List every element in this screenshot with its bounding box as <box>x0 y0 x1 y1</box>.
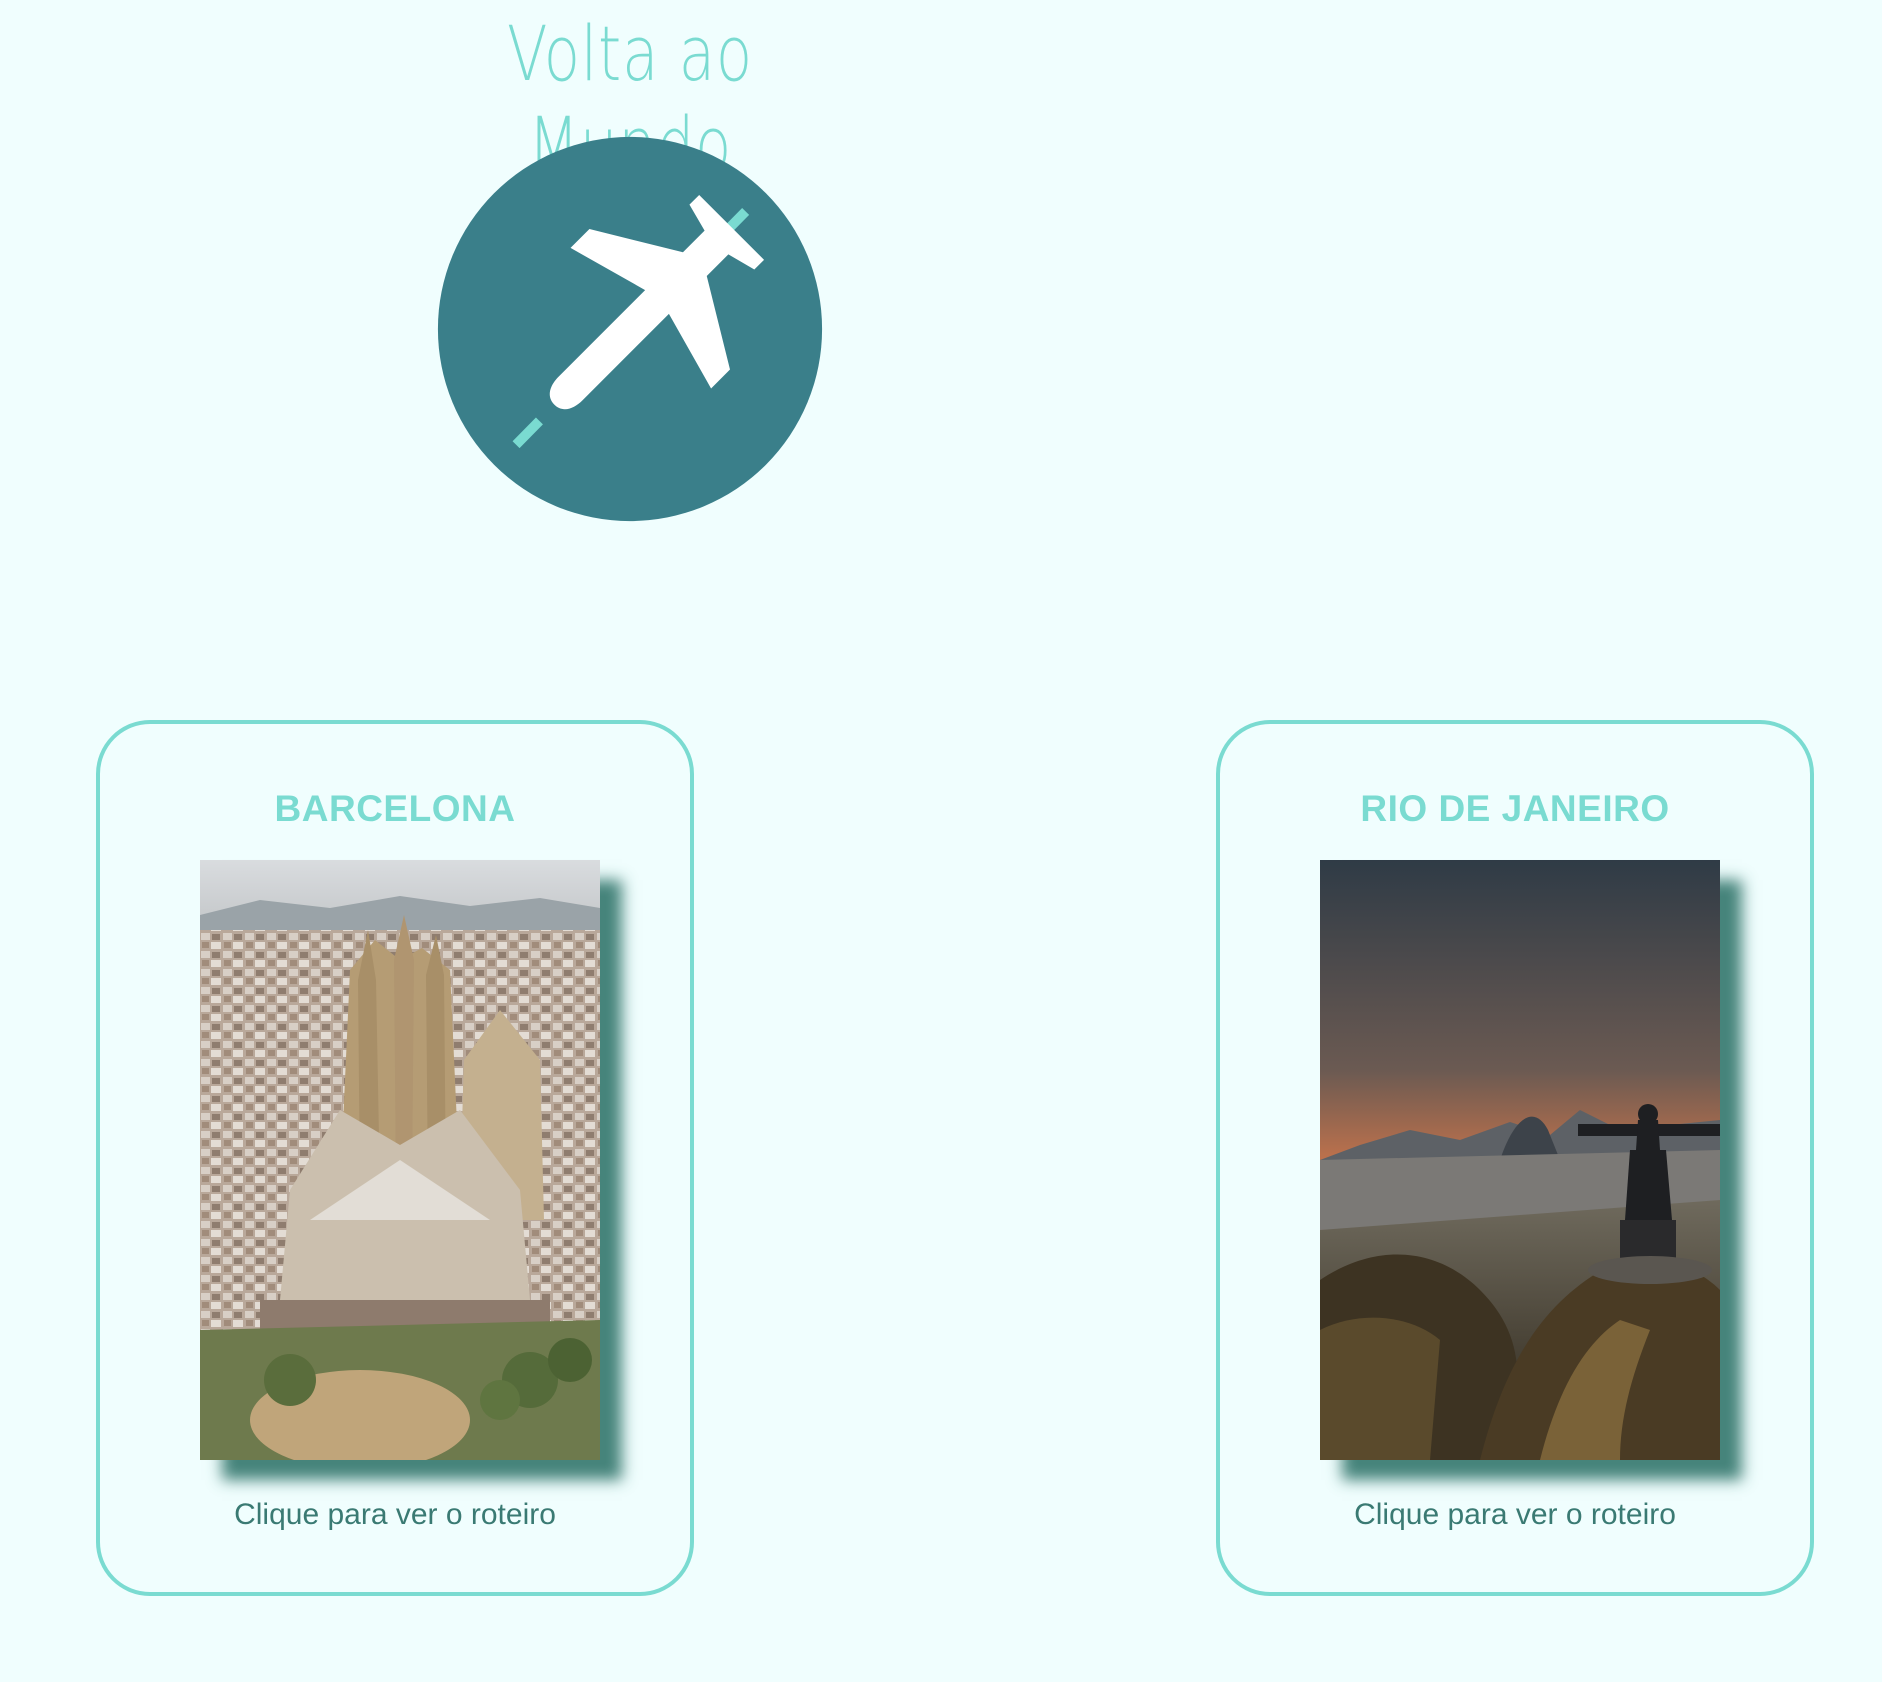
barcelona-photo[interactable] <box>200 860 600 1460</box>
card-title: RIO DE JANEIRO <box>1360 788 1670 829</box>
airplane-logo <box>434 133 826 525</box>
view-itinerary-link[interactable]: Clique para ver o roteiro <box>1220 1498 1810 1532</box>
airplane-icon <box>437 136 823 522</box>
view-itinerary-link[interactable]: Clique para ver o roteiro <box>100 1498 690 1532</box>
rio-de-janeiro-photo[interactable] <box>1320 860 1720 1460</box>
destination-card-rio-de-janeiro[interactable]: RIO DE JANEIRO Clique para ver o roteiro <box>1216 720 1814 1596</box>
destination-card-barcelona[interactable]: BARCELONA Clique para ver o roteiro <box>96 720 694 1596</box>
card-title: BARCELONA <box>274 788 516 829</box>
